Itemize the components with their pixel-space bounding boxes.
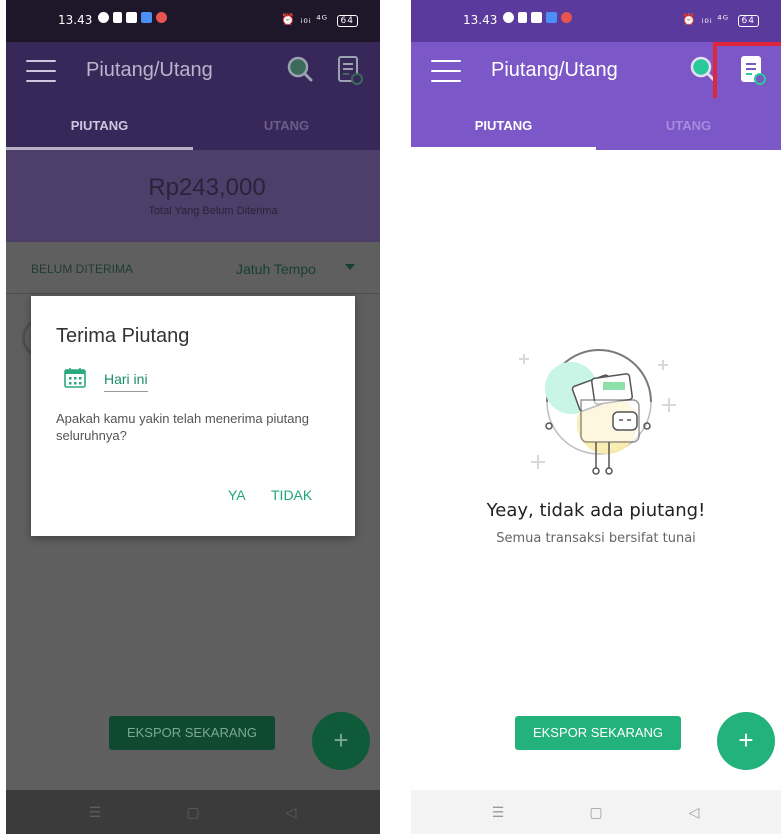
- battery-icon: 64: [336, 15, 358, 27]
- app-icon: [546, 12, 557, 23]
- alert-icon: [561, 12, 572, 23]
- dialog-message: Apakah kamu yakin telah menerima piutang…: [56, 411, 309, 443]
- recents-button[interactable]: ☰: [489, 804, 507, 821]
- hamburger-icon[interactable]: [26, 60, 56, 82]
- date-picker-field[interactable]: Hari ini: [104, 371, 148, 392]
- telegram-icon: [518, 12, 527, 23]
- dialog-title: Terima Piutang: [56, 325, 190, 347]
- summary-label: Total Yang Belum Diterima: [148, 205, 278, 217]
- tab-bar: PIUTANG UTANG: [6, 98, 380, 150]
- summary-panel: Rp243,000 Total Yang Belum Diterima: [6, 150, 380, 242]
- export-button[interactable]: EKSPOR SEKARANG: [109, 716, 275, 750]
- system-nav-bar: ☰ ▢ ◁: [411, 790, 781, 834]
- toolbar: Piutang/Utang: [6, 42, 380, 98]
- status-right-text: ⏰ ᵢ₀ᵢ ⁴ᴳ: [682, 13, 730, 26]
- tab-piutang[interactable]: PIUTANG: [411, 98, 596, 150]
- export-button[interactable]: EKSPOR SEKARANG: [515, 716, 681, 750]
- summary-amount: Rp243,000: [148, 174, 266, 201]
- status-time: 13.43: [58, 13, 93, 27]
- home-button[interactable]: ▢: [184, 804, 202, 821]
- tab-bar: PIUTANG UTANG: [411, 98, 781, 150]
- recents-button[interactable]: ☰: [86, 804, 104, 821]
- battery-icon: 64: [737, 15, 759, 27]
- calendar-icon[interactable]: [64, 367, 86, 388]
- no-button[interactable]: TIDAK: [271, 487, 312, 503]
- status-time: 13.43: [463, 13, 498, 27]
- left-screen: 13.43 ⏰ ᵢ₀ᵢ ⁴ᴳ 64 Piutang/Utang PIUTANG …: [6, 0, 380, 834]
- hamburger-icon[interactable]: [431, 60, 461, 82]
- whatsapp-icon: [98, 12, 109, 23]
- telegram-icon: [113, 12, 122, 23]
- page-title: Piutang/Utang: [491, 59, 618, 81]
- empty-state-subtitle: Semua transaksi bersifat tunai: [496, 531, 696, 546]
- status-right-text: ⏰ ᵢ₀ᵢ ⁴ᴳ: [281, 13, 329, 26]
- bag-icon: [126, 12, 137, 23]
- home-button[interactable]: ▢: [587, 804, 605, 821]
- tab-utang[interactable]: UTANG: [596, 98, 781, 150]
- status-right: ⏰ ᵢ₀ᵢ ⁴ᴳ 64: [281, 13, 358, 27]
- confirm-dialog: Terima Piutang Hari ini Apakah kamu yaki…: [31, 296, 355, 536]
- app-icon: [141, 12, 152, 23]
- system-nav-bar: ☰ ▢ ◁: [6, 790, 380, 834]
- bag-icon: [531, 12, 542, 23]
- report-icon[interactable]: [338, 56, 364, 86]
- sort-dropdown[interactable]: Jatuh Tempo: [236, 261, 316, 277]
- right-screen: 13.43 ⏰ ᵢ₀ᵢ ⁴ᴳ 64 Piutang/Utang PIUTANG …: [411, 0, 781, 834]
- notification-icons: [503, 12, 572, 23]
- back-button[interactable]: ◁: [282, 804, 300, 821]
- search-icon[interactable]: [287, 56, 313, 82]
- add-button[interactable]: +: [717, 712, 775, 770]
- status-bar: 13.43 ⏰ ᵢ₀ᵢ ⁴ᴳ 64: [411, 0, 781, 42]
- status-right: ⏰ ᵢ₀ᵢ ⁴ᴳ 64: [682, 13, 759, 27]
- notification-icons: [98, 12, 167, 23]
- caret-down-icon[interactable]: [345, 264, 355, 270]
- alert-icon: [156, 12, 167, 23]
- whatsapp-icon: [503, 12, 514, 23]
- tab-utang[interactable]: UTANG: [193, 98, 380, 150]
- page-title: Piutang/Utang: [86, 59, 213, 81]
- filter-status-label: BELUM DITERIMA: [31, 262, 134, 276]
- status-bar: 13.43 ⏰ ᵢ₀ᵢ ⁴ᴳ 64: [6, 0, 380, 42]
- highlight-box: [713, 42, 781, 105]
- empty-state-title: Yeay, tidak ada piutang!: [486, 500, 706, 521]
- add-button[interactable]: +: [312, 712, 370, 770]
- filter-bar: BELUM DITERIMA Jatuh Tempo: [6, 242, 380, 294]
- empty-wallet-illustration: [519, 349, 676, 475]
- yes-button[interactable]: YA: [228, 487, 246, 503]
- tab-piutang[interactable]: PIUTANG: [6, 98, 193, 150]
- toolbar: Piutang/Utang: [411, 42, 781, 105]
- back-button[interactable]: ◁: [685, 804, 703, 821]
